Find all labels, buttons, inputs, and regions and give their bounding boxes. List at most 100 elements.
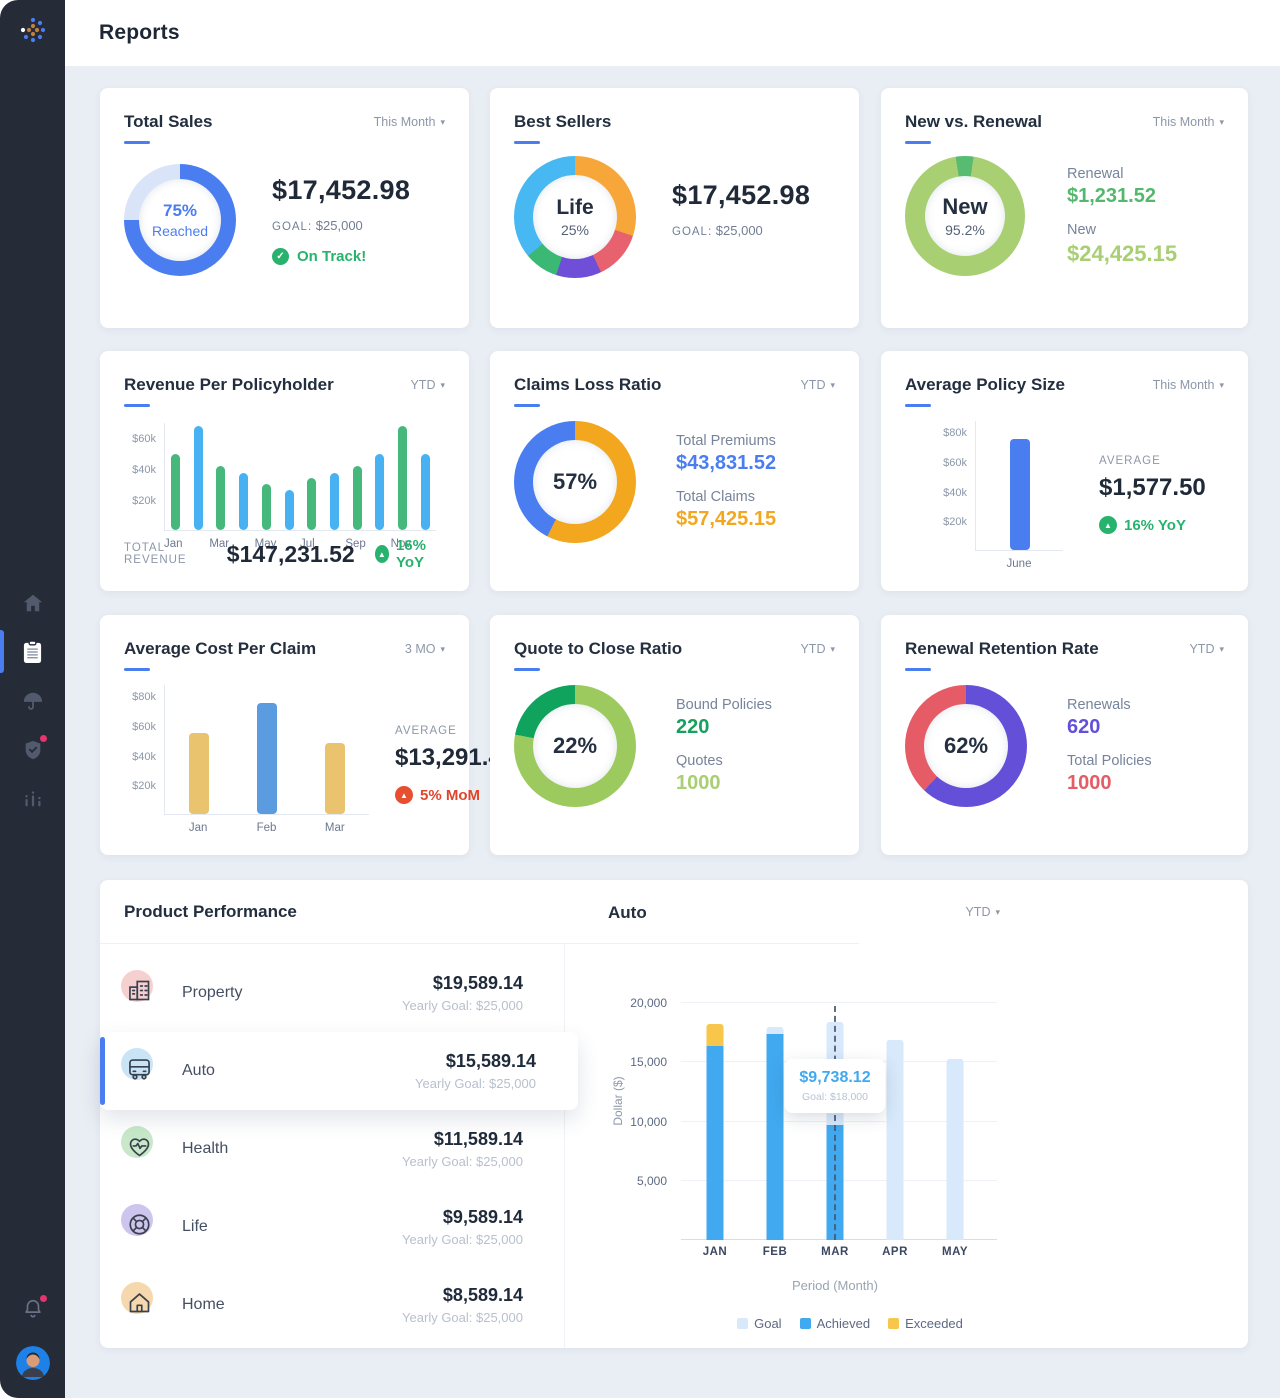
sidebar-bottom bbox=[0, 1297, 65, 1380]
topbar: Reports bbox=[65, 0, 1280, 66]
y-tick: 10,000 bbox=[630, 1115, 667, 1129]
cost-per-claim-bars bbox=[164, 685, 369, 815]
card-average-policy-size: Average Policy Size This Month▾ $80k $60… bbox=[881, 351, 1248, 591]
y-tick: 20,000 bbox=[630, 996, 667, 1010]
claims-label: Total Claims bbox=[676, 489, 776, 505]
donut-percent: 62% bbox=[944, 733, 988, 759]
sidebar-item-home[interactable] bbox=[0, 578, 65, 627]
x-tick: June bbox=[1007, 558, 1032, 570]
y-tick: $60k bbox=[943, 457, 967, 469]
legend-goal: Goal bbox=[737, 1316, 781, 1331]
card-title: Average Cost Per Claim bbox=[124, 639, 445, 659]
list-item-auto[interactable]: Auto $15,589.14Yearly Goal: $25,000 bbox=[100, 1032, 578, 1110]
list-item-life[interactable]: Life $9,589.14Yearly Goal: $25,000 bbox=[100, 1188, 565, 1266]
avatar-image bbox=[16, 1346, 50, 1380]
product-goal: Yearly Goal: $25,000 bbox=[402, 1232, 523, 1247]
period-selector[interactable]: 3 MO▾ bbox=[405, 642, 445, 656]
card-new-vs-renewal: New vs. Renewal This Month▾ New 95.2% Re… bbox=[881, 88, 1248, 328]
product-value: $8,589.14 bbox=[402, 1285, 523, 1306]
card-title: Quote to Close Ratio bbox=[514, 639, 835, 659]
card-title: Best Sellers bbox=[514, 112, 835, 132]
reports-clipboard-icon bbox=[22, 640, 43, 664]
legend-achieved: Achieved bbox=[800, 1316, 870, 1331]
auto-bar-group-may bbox=[925, 978, 985, 1240]
period-selector[interactable]: This Month▾ bbox=[1153, 378, 1224, 392]
shield-check-icon bbox=[22, 739, 44, 761]
policy-size-chart: $80k $60k $40k $20k bbox=[935, 421, 1063, 551]
sidebar-nav bbox=[0, 578, 65, 823]
arrow-up-icon: ▲ bbox=[395, 786, 413, 804]
period-selector[interactable]: YTD▾ bbox=[800, 378, 835, 392]
y-tick: $20k bbox=[943, 516, 967, 528]
period-selector[interactable]: This Month▾ bbox=[374, 115, 445, 129]
user-avatar[interactable] bbox=[16, 1346, 50, 1380]
total-revenue-value: $147,231.52 bbox=[227, 541, 355, 568]
total-policies-value: 1000 bbox=[1067, 772, 1152, 795]
period-selector[interactable]: This Month▾ bbox=[1153, 115, 1224, 129]
list-item-health[interactable]: Health $11,589.14Yearly Goal: $25,000 bbox=[100, 1110, 565, 1188]
product-value: $15,589.14 bbox=[415, 1051, 536, 1072]
sidebar-item-reports[interactable] bbox=[0, 627, 65, 676]
status-line: ✓ On Track! bbox=[272, 248, 410, 265]
product-name: Auto bbox=[182, 1062, 215, 1080]
product-performance-header: Product Performance bbox=[100, 880, 565, 944]
arrow-up-icon: ▲ bbox=[1099, 516, 1117, 534]
app-logo[interactable] bbox=[0, 16, 65, 44]
bus-icon bbox=[126, 1055, 153, 1082]
title-underline bbox=[124, 668, 150, 671]
product-list: Property $19,589.14Yearly Goal: $25,000 … bbox=[100, 944, 565, 1348]
premiums-label: Total Premiums bbox=[676, 433, 776, 449]
quotes-value: 1000 bbox=[676, 772, 772, 795]
list-item-home[interactable]: Home $8,589.14Yearly Goal: $25,000 bbox=[100, 1266, 565, 1344]
notifications-button[interactable] bbox=[22, 1297, 44, 1324]
period-selector[interactable]: YTD▾ bbox=[965, 905, 1000, 919]
bar bbox=[767, 1027, 784, 1034]
donut-percent: 25% bbox=[561, 222, 589, 238]
y-tick: $60k bbox=[132, 433, 156, 445]
bar bbox=[767, 1034, 784, 1240]
main-content: Total Sales This Month▾ 75% Reached $17,… bbox=[65, 66, 1280, 1398]
title-underline bbox=[514, 668, 540, 671]
bar bbox=[262, 484, 271, 530]
title-underline bbox=[514, 404, 540, 407]
title-underline bbox=[124, 141, 150, 144]
sidebar-item-policies[interactable] bbox=[0, 676, 65, 725]
average-label: AVERAGE bbox=[1099, 455, 1206, 467]
new-vs-renewal-donut: New 95.2% bbox=[905, 156, 1025, 276]
chevron-down-icon: ▾ bbox=[995, 907, 1000, 918]
chevron-down-icon: ▾ bbox=[830, 644, 835, 655]
x-axis-ticks: JANFEBMARAPRMAY bbox=[685, 1246, 985, 1262]
x-tick: MAR bbox=[805, 1246, 865, 1258]
period-selector[interactable]: YTD▾ bbox=[800, 642, 835, 656]
product-name: Home bbox=[182, 1296, 225, 1314]
sidebar-item-analytics[interactable] bbox=[0, 774, 65, 823]
list-item-property[interactable]: Property $19,589.14Yearly Goal: $25,000 bbox=[100, 954, 565, 1032]
bar bbox=[707, 1046, 724, 1240]
bar bbox=[325, 743, 345, 814]
bound-value: 220 bbox=[676, 716, 772, 739]
renewals-value: 620 bbox=[1067, 716, 1152, 739]
bar bbox=[330, 473, 339, 530]
card-title: Revenue Per Policyholder bbox=[124, 375, 445, 395]
x-tick: MAY bbox=[925, 1246, 985, 1258]
bar bbox=[307, 478, 316, 530]
sidebar-item-security[interactable] bbox=[0, 725, 65, 774]
revenue-bars bbox=[164, 423, 436, 531]
new-value: $24,425.15 bbox=[1067, 241, 1177, 267]
y-tick: $60k bbox=[132, 721, 156, 733]
period-selector[interactable]: YTD▾ bbox=[1189, 642, 1224, 656]
bar bbox=[189, 733, 209, 814]
donut-label: New bbox=[942, 194, 987, 220]
period-selector[interactable]: YTD▾ bbox=[410, 378, 445, 392]
chevron-down-icon: ▾ bbox=[440, 380, 445, 391]
donut-percent: 22% bbox=[553, 733, 597, 759]
card-claims-loss-ratio: Claims Loss Ratio YTD▾ 57% Total Premium… bbox=[490, 351, 859, 591]
card-total-sales: Total Sales This Month▾ 75% Reached $17,… bbox=[100, 88, 469, 328]
tooltip-guideline bbox=[834, 1006, 836, 1240]
umbrella-icon bbox=[22, 690, 44, 712]
product-name: Life bbox=[182, 1218, 208, 1236]
cost-per-claim-chart: $80k $60k $40k $20k bbox=[124, 685, 369, 815]
title-underline bbox=[905, 404, 931, 407]
renewal-label: Renewal bbox=[1067, 166, 1177, 182]
donut-percent: 95.2% bbox=[945, 222, 985, 238]
